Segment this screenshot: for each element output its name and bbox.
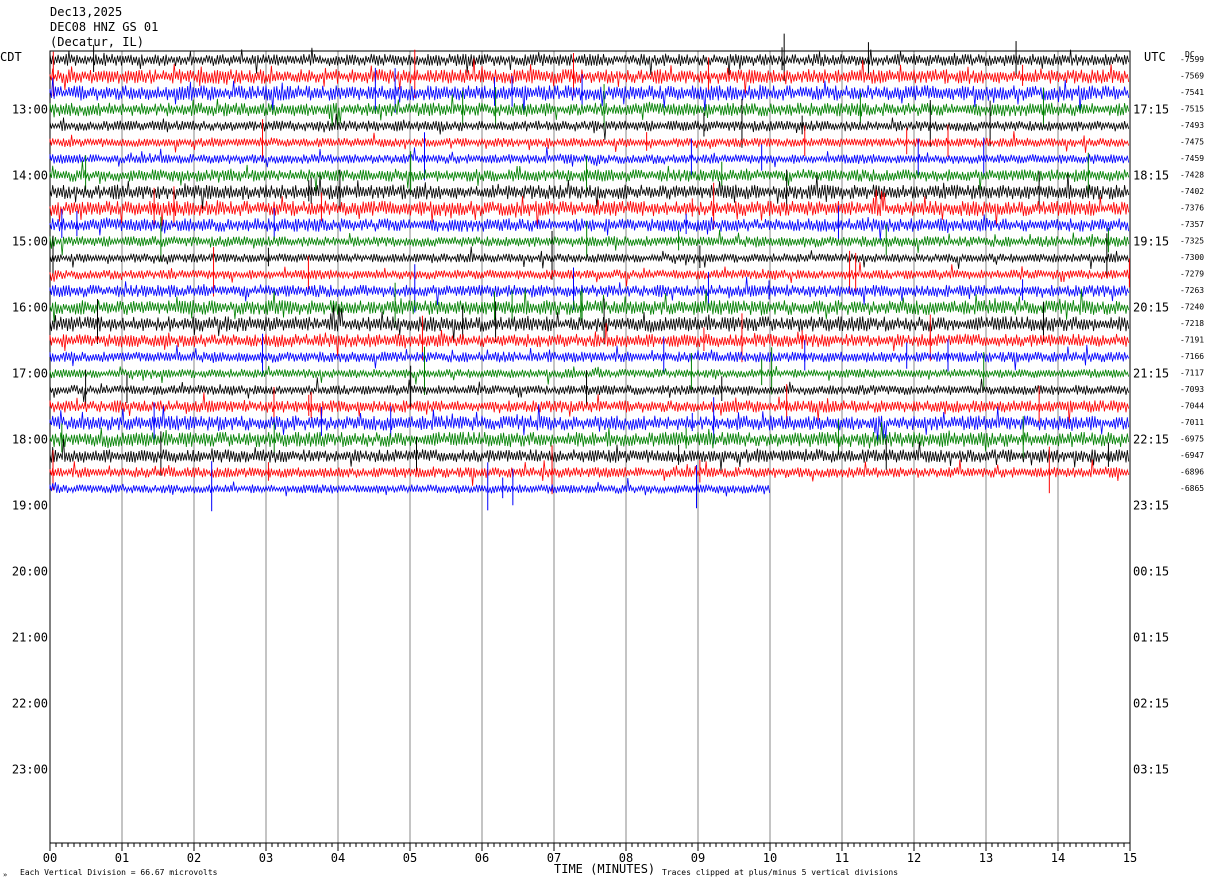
helicorder-chart: Dec13,2025 DEC08 HNZ GS 01 (Decatur, IL)… [0, 0, 1210, 886]
dc-offset-label: -7117 [1180, 369, 1204, 378]
dc-offset-label: -7325 [1180, 237, 1204, 246]
left-hour-label: 18:00 [12, 433, 48, 447]
dc-offset-label: -7240 [1180, 303, 1204, 312]
x-tick-label: 14 [1051, 851, 1065, 865]
right-hour-label: 20:15 [1133, 301, 1169, 315]
right-hour-label: 23:15 [1133, 499, 1169, 513]
dc-offset-label: -7493 [1180, 121, 1204, 130]
left-hour-label: 13:00 [12, 103, 48, 117]
x-tick-label: 11 [835, 851, 849, 865]
left-hour-label: 17:00 [12, 367, 48, 381]
dc-offset-label: -6947 [1180, 451, 1204, 460]
left-timezone-label: CDT [0, 50, 22, 64]
dc-offset-label: -7263 [1180, 286, 1204, 295]
x-tick-label: 05 [403, 851, 417, 865]
clip-note: Traces clipped at plus/minus 5 vertical … [662, 868, 898, 877]
dc-offset-label: -7599 [1180, 55, 1204, 64]
dc-offset-label: -7093 [1180, 385, 1204, 394]
left-hour-label: 19:00 [12, 499, 48, 513]
corner-mark: » [3, 871, 7, 879]
dc-offset-label: -6865 [1180, 484, 1204, 493]
dc-offset-label: -7279 [1180, 270, 1204, 279]
x-tick-label: 10 [763, 851, 777, 865]
right-hour-label: 18:15 [1133, 169, 1169, 183]
left-hour-label: 14:00 [12, 169, 48, 183]
dc-offset-label: -7515 [1180, 105, 1204, 114]
dc-offset-label: -7541 [1180, 88, 1204, 97]
left-hour-label: 22:00 [12, 697, 48, 711]
dc-offset-label: -7402 [1180, 187, 1204, 196]
dc-offset-label: -6896 [1180, 468, 1204, 477]
right-hour-label: 01:15 [1133, 631, 1169, 645]
x-tick-label: 03 [259, 851, 273, 865]
x-tick-label: 06 [475, 851, 489, 865]
dc-offset-label: -7376 [1180, 204, 1204, 213]
right-hour-label: 03:15 [1133, 763, 1169, 777]
left-hour-label: 15:00 [12, 235, 48, 249]
right-hour-label: 17:15 [1133, 103, 1169, 117]
x-axis-title: TIME (MINUTES) [554, 862, 655, 876]
x-tick-label: 12 [907, 851, 921, 865]
location-label: (Decatur, IL) [50, 35, 144, 49]
right-timezone-label: UTC [1144, 50, 1166, 64]
right-hour-label: 22:15 [1133, 433, 1169, 447]
left-hour-label: 21:00 [12, 631, 48, 645]
dc-offset-label: -6975 [1180, 435, 1204, 444]
dc-offset-label: -7459 [1180, 154, 1204, 163]
dc-offset-label: -7357 [1180, 220, 1204, 229]
x-tick-label: 09 [691, 851, 705, 865]
right-hour-label: 02:15 [1133, 697, 1169, 711]
dc-offset-label: -7218 [1180, 319, 1204, 328]
dc-offset-label: -7166 [1180, 352, 1204, 361]
right-hour-label: 19:15 [1133, 235, 1169, 249]
dc-offset-label: -7475 [1180, 138, 1204, 147]
dc-offset-label: -7300 [1180, 253, 1204, 262]
x-tick-label: 02 [187, 851, 201, 865]
dc-offset-label: -7569 [1180, 72, 1204, 81]
left-hour-label: 16:00 [12, 301, 48, 315]
left-hour-label: 23:00 [12, 763, 48, 777]
x-tick-label: 04 [331, 851, 345, 865]
dc-offset-label: -7011 [1180, 418, 1204, 427]
right-hour-label: 21:15 [1133, 367, 1169, 381]
x-tick-label: 13 [979, 851, 993, 865]
left-hour-label: 20:00 [12, 565, 48, 579]
x-tick-label: 15 [1123, 851, 1137, 865]
right-hour-label: 00:15 [1133, 565, 1169, 579]
date-label: Dec13,2025 [50, 5, 122, 19]
scale-note: Each Vertical Division = 66.67 microvolt… [20, 868, 218, 877]
dc-offset-label: -7191 [1180, 336, 1204, 345]
x-tick-label: 00 [43, 851, 57, 865]
dc-offset-label: -7044 [1180, 402, 1204, 411]
station-label: DEC08 HNZ GS 01 [50, 20, 158, 34]
dc-offset-label: -7428 [1180, 171, 1204, 180]
x-tick-label: 01 [115, 851, 129, 865]
